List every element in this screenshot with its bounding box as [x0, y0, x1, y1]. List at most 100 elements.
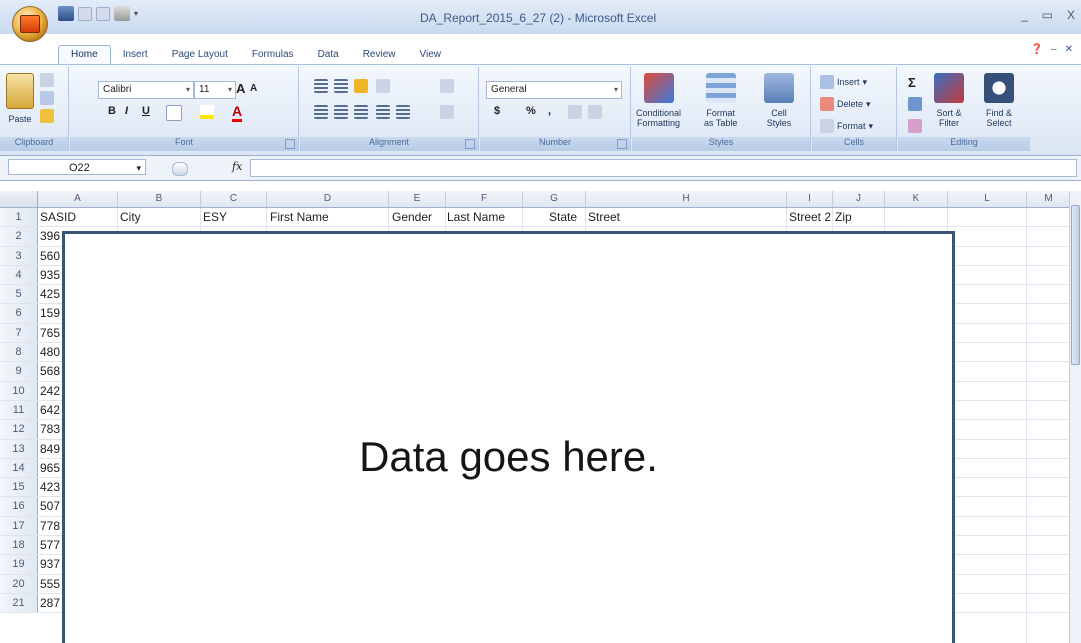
sasid-cell[interactable]: 423 [40, 478, 60, 496]
font-size-select[interactable]: 11 ▾ [194, 81, 236, 99]
sasid-cell[interactable]: 555 [40, 575, 60, 593]
column-header[interactable]: F [446, 191, 523, 207]
sasid-cell[interactable]: 937 [40, 555, 60, 573]
header-cell-gender[interactable]: Gender [392, 208, 432, 226]
decrease-decimal-icon[interactable] [588, 105, 602, 119]
row-header[interactable]: 10 [0, 381, 38, 400]
italic-button[interactable]: I [125, 105, 128, 117]
row-header[interactable]: 11 [0, 400, 38, 420]
row-header[interactable]: 3 [0, 246, 38, 265]
wrap-text-icon[interactable] [440, 79, 454, 93]
increase-decimal-icon[interactable] [568, 105, 582, 119]
header-cell-first-name[interactable]: First Name [270, 208, 329, 226]
row-header[interactable]: 1 [0, 208, 38, 227]
tab-insert[interactable]: Insert [111, 46, 160, 64]
number-dialog-launcher[interactable] [617, 139, 627, 149]
row-header[interactable]: 5 [0, 285, 38, 304]
minimize-button[interactable]: _ [1021, 8, 1028, 22]
row-header[interactable]: 17 [0, 516, 38, 536]
column-header[interactable]: D [267, 191, 389, 207]
sasid-cell[interactable]: 287 [40, 594, 60, 612]
format-as-table-button[interactable]: Format as Table [704, 73, 737, 128]
comma-button[interactable]: , [548, 105, 551, 117]
insert-button[interactable]: Insert ▾ [820, 75, 867, 89]
sasid-cell[interactable]: 642 [40, 401, 60, 419]
align-left-icon[interactable] [314, 105, 328, 119]
row-header[interactable]: 20 [0, 574, 38, 593]
row-header[interactable]: 2 [0, 227, 38, 246]
formula-bar-handle[interactable] [172, 162, 188, 176]
sasid-cell[interactable]: 396 [40, 227, 60, 245]
tab-data[interactable]: Data [306, 46, 351, 64]
column-header[interactable]: C [201, 191, 267, 207]
alignment-dialog-launcher[interactable] [465, 139, 475, 149]
sasid-cell[interactable]: 159 [40, 304, 60, 322]
row-header[interactable]: 8 [0, 343, 38, 362]
close-button[interactable]: X [1067, 8, 1075, 22]
grow-font-button[interactable]: A [236, 81, 245, 96]
name-box[interactable]: O22 ▾ [8, 159, 146, 175]
header-cell-sasid[interactable]: SASID [40, 208, 76, 226]
sasid-cell[interactable]: 849 [40, 440, 60, 458]
merge-center-icon[interactable] [440, 105, 454, 119]
border-icon[interactable] [166, 105, 182, 121]
fill-icon[interactable] [908, 97, 922, 111]
clear-icon[interactable] [908, 119, 922, 133]
currency-button[interactable]: $ [494, 105, 500, 117]
conditional-formatting-button[interactable]: Conditional Formatting [636, 73, 681, 128]
column-header[interactable]: L [948, 191, 1027, 207]
sasid-cell[interactable]: 935 [40, 266, 60, 284]
cut-icon[interactable] [40, 73, 54, 87]
orientation-icon[interactable] [376, 79, 390, 93]
increase-indent-icon[interactable] [396, 105, 410, 119]
row-header[interactable]: 14 [0, 458, 38, 478]
tab-formulas[interactable]: Formulas [240, 46, 306, 64]
row-header[interactable]: 21 [0, 593, 38, 613]
percent-button[interactable]: % [526, 105, 536, 117]
tab-page-layout[interactable]: Page Layout [160, 46, 240, 64]
select-all-button[interactable] [0, 191, 38, 207]
column-header[interactable]: G [523, 191, 586, 207]
align-top-icon[interactable] [314, 79, 328, 93]
sasid-cell[interactable]: 242 [40, 382, 60, 400]
minimize-workbook-button[interactable]: – [1051, 44, 1057, 55]
paste-button[interactable]: Paste [6, 73, 34, 124]
row-header[interactable]: 16 [0, 497, 38, 516]
font-family-select[interactable]: Calibri ▾ [98, 81, 194, 99]
sasid-cell[interactable]: 507 [40, 497, 60, 515]
row-header[interactable]: 4 [0, 265, 38, 285]
tab-view[interactable]: View [407, 46, 453, 64]
font-dialog-launcher[interactable] [285, 139, 295, 149]
redo-icon[interactable] [96, 6, 110, 21]
row-header[interactable]: 18 [0, 536, 38, 555]
header-cell-zip[interactable]: Zip [835, 208, 852, 226]
column-header[interactable]: E [389, 191, 446, 207]
row-header[interactable]: 6 [0, 304, 38, 323]
decrease-indent-icon[interactable] [376, 105, 390, 119]
column-header[interactable]: B [118, 191, 201, 207]
header-cell-esy[interactable]: ESY [203, 208, 227, 226]
row-header[interactable]: 15 [0, 478, 38, 497]
row-header[interactable]: 7 [0, 323, 38, 343]
header-cell-street[interactable]: Street [588, 208, 620, 226]
sasid-cell[interactable]: 560 [40, 247, 60, 265]
font-color-button[interactable]: A [232, 103, 243, 122]
sasid-cell[interactable]: 577 [40, 536, 60, 554]
sasid-cell[interactable]: 965 [40, 459, 60, 477]
find-select-button[interactable]: Find & Select [984, 73, 1014, 128]
row-header[interactable]: 13 [0, 439, 38, 458]
number-format-select[interactable]: General ▾ [486, 81, 622, 99]
save-icon[interactable] [58, 6, 74, 21]
format-painter-icon[interactable] [40, 109, 54, 123]
restore-button[interactable]: ▭ [1042, 8, 1053, 22]
column-header[interactable]: J [833, 191, 885, 207]
tab-review[interactable]: Review [351, 46, 408, 64]
undo-icon[interactable] [78, 6, 92, 21]
tab-home[interactable]: Home [58, 45, 111, 64]
header-cell-street-2[interactable]: Street 2 [789, 208, 831, 226]
header-cell-city[interactable]: City [120, 208, 141, 226]
vertical-scrollbar[interactable] [1069, 191, 1081, 643]
print-icon[interactable] [114, 6, 130, 21]
cell-styles-button[interactable]: Cell Styles [764, 73, 794, 128]
align-center-icon[interactable] [334, 105, 348, 119]
